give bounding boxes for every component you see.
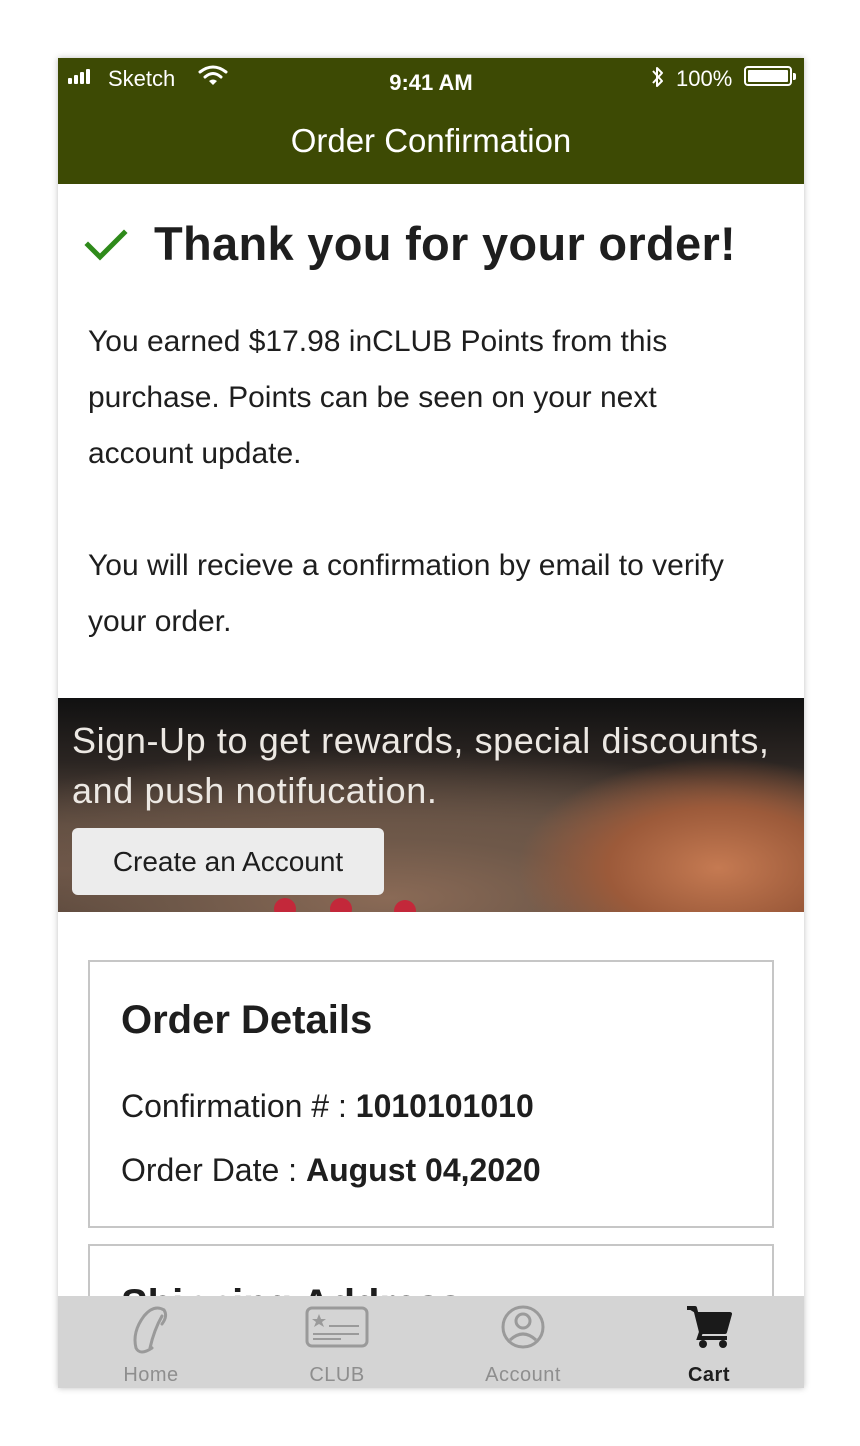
tab-club[interactable]: CLUB xyxy=(244,1296,430,1388)
confirmation-label: Confirmation # : xyxy=(121,1088,356,1124)
tab-home[interactable]: Home xyxy=(58,1296,244,1388)
email-message: You will recieve a confirmation by email… xyxy=(88,549,724,638)
confirmation-number-row: Confirmation # : 1010101010 xyxy=(121,1088,534,1125)
tab-cart-label: Cart xyxy=(687,1364,730,1386)
bead-decoration xyxy=(274,898,296,912)
create-account-button[interactable]: Create an Account xyxy=(72,828,384,895)
tab-account[interactable]: Account xyxy=(430,1296,616,1388)
bluetooth-icon xyxy=(652,67,663,87)
tab-bar: Home CLUB Account Cart xyxy=(58,1296,804,1388)
checkmark-icon xyxy=(84,228,128,261)
order-date-row: Order Date : August 04,2020 xyxy=(121,1152,541,1189)
bead-decoration xyxy=(330,898,352,912)
bead-decoration xyxy=(394,900,416,912)
phone-screen: Sketch 9:41 AM 100% Order Confirmation T… xyxy=(58,58,804,1388)
thank-you-heading: Thank you for your order! xyxy=(154,217,736,270)
order-details-title: Order Details xyxy=(121,998,373,1042)
tab-account-label: Account xyxy=(485,1364,561,1386)
home-logo-icon xyxy=(133,1306,168,1354)
page-title: Order Confirmation xyxy=(290,122,572,159)
order-date-label: Order Date : xyxy=(121,1152,306,1188)
status-bar: Sketch 9:41 AM 100% xyxy=(58,58,804,104)
tab-home-label: Home xyxy=(123,1364,179,1386)
order-details-card: Order Details Confirmation # : 101010101… xyxy=(88,960,774,1228)
confirmation-message: You earned $17.98 inCLUB Points from thi… xyxy=(88,314,768,650)
battery-percent: 100% xyxy=(676,66,733,91)
account-icon xyxy=(501,1305,545,1349)
battery-icon xyxy=(744,66,796,86)
header: Sketch 9:41 AM 100% Order Confirmation xyxy=(58,58,804,184)
cart-icon xyxy=(687,1306,732,1348)
order-date-value: August 04,2020 xyxy=(305,1152,541,1188)
points-message: You earned $17.98 inCLUB Points from thi… xyxy=(88,325,668,470)
thank-you-heading-row: Thank you for your order! xyxy=(84,216,736,271)
club-card-icon xyxy=(305,1306,369,1348)
confirmation-value: 1010101010 xyxy=(355,1088,534,1124)
tab-club-label: CLUB xyxy=(309,1364,365,1386)
banner-text: Sign-Up to get rewards, special discount… xyxy=(72,720,770,811)
tab-cart[interactable]: Cart xyxy=(616,1296,802,1388)
signup-banner: Sign-Up to get rewards, special discount… xyxy=(58,698,804,912)
